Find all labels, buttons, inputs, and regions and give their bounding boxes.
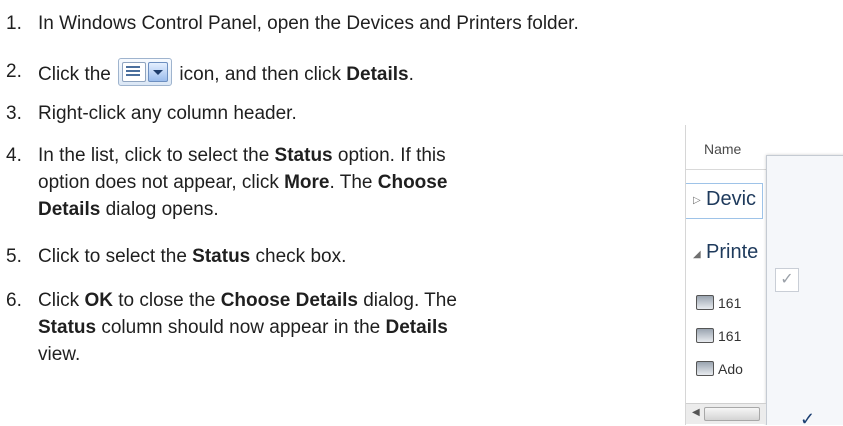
expand-arrow-icon: ▷: [693, 195, 701, 206]
step-emphasis: OK: [84, 290, 113, 311]
step-text-part: .: [408, 64, 414, 85]
step-emphasis: Choose: [377, 172, 448, 193]
step-text: In the list, click to select the Status …: [38, 142, 447, 223]
step-emphasis: Status: [38, 317, 97, 338]
step-emphasis: Status: [192, 246, 251, 267]
scroll-thumb: [704, 407, 760, 421]
printer-item-label: 161: [718, 295, 742, 311]
step-emphasis: Choose Details: [220, 290, 358, 311]
devices-printers-thumbnail: Name ▷ Devic ◢ Printe ✓ 161 161 Ado ◀ ✓: [685, 125, 843, 425]
printer-item: 161: [696, 328, 741, 344]
printer-item-label: Ado: [718, 361, 743, 377]
printer-icon: [696, 328, 714, 343]
step-text-part: view.: [38, 344, 81, 365]
printer-icon: [696, 361, 714, 376]
step-text-part: dialog. The: [357, 290, 457, 311]
step-number: 1.: [6, 13, 22, 34]
group-printers: Printe: [706, 241, 759, 263]
printer-item-label: 161: [718, 328, 742, 344]
step-text-part: Click to select the: [38, 246, 193, 267]
step-text: In Windows Control Panel, open the Devic…: [38, 13, 579, 34]
step-emphasis: Details: [38, 199, 101, 220]
step-number: 4.: [6, 145, 22, 166]
step-text: Right-click any column header.: [38, 103, 297, 124]
collapse-arrow-icon: ◢: [693, 249, 701, 260]
step-text-part: column should now appear in the: [96, 317, 386, 338]
step-text-part: Click: [38, 290, 85, 311]
step-emphasis: Status: [274, 145, 333, 166]
group-devices: Devic: [706, 188, 757, 210]
step-emphasis: Details: [385, 317, 448, 338]
printer-icon: [696, 295, 714, 310]
checkmark-icon: ✓: [775, 268, 799, 292]
step-text-part: Click the: [38, 64, 111, 85]
column-header-name: Name: [704, 141, 742, 157]
step-text-part: check box.: [250, 246, 347, 267]
step-emphasis: Details: [346, 64, 409, 85]
step-number: 2.: [6, 61, 22, 82]
step-number: 3.: [6, 103, 22, 124]
step-text-part: icon, and then click: [174, 64, 347, 85]
checkmark-icon: ✓: [800, 409, 816, 425]
view-options-icon: [118, 58, 173, 86]
step-number: 6.: [6, 290, 22, 311]
step-text-part: option does not appear, click: [38, 172, 285, 193]
step-text: Click the icon, and then click Details.: [38, 58, 414, 88]
step-text-part: dialog opens.: [100, 199, 219, 220]
step-text: Click OK to close the Choose Details dia…: [38, 287, 457, 368]
printer-item: Ado: [696, 361, 743, 377]
printer-item: 161: [696, 295, 741, 311]
step-text-part: In the list, click to select the: [38, 145, 275, 166]
scroll-left-icon: ◀: [692, 407, 700, 418]
step-number: 5.: [6, 246, 22, 267]
step-text: Click to select the Status check box.: [38, 243, 346, 270]
horizontal-scrollbar: ◀: [686, 403, 766, 424]
step-text-part: to close the: [112, 290, 221, 311]
step-emphasis: More: [284, 172, 330, 193]
step-text-part: option. If this: [332, 145, 446, 166]
step-text-part: . The: [329, 172, 378, 193]
header-divider: [686, 169, 766, 170]
